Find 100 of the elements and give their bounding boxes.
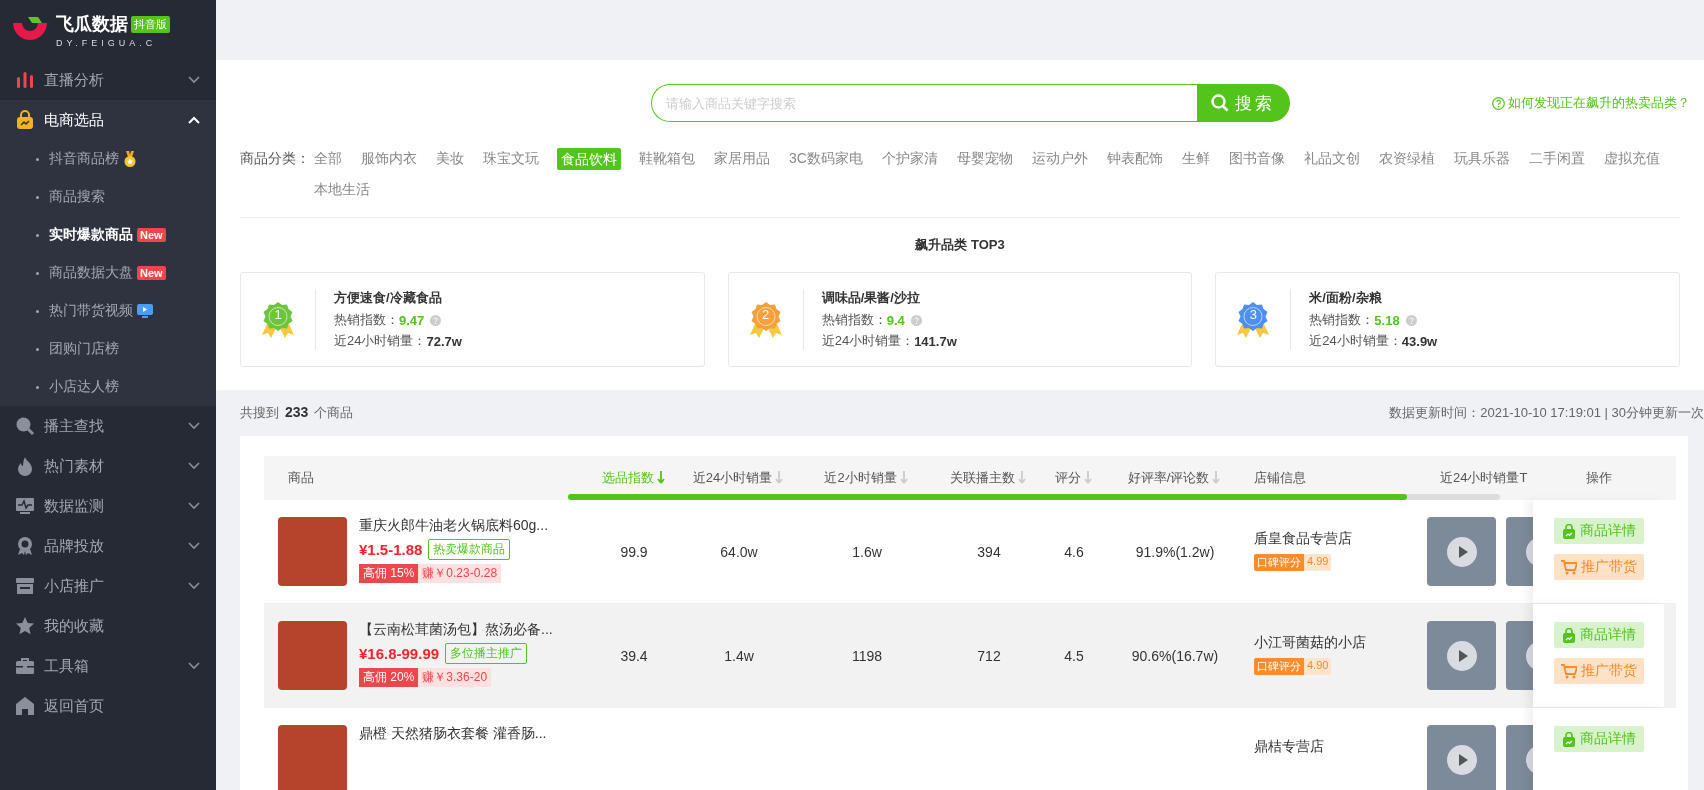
search-icon [15,416,35,436]
nav-item[interactable]: 小店推广 [0,566,216,606]
product-title[interactable]: 【云南松茸菌汤包】熬汤必备... [359,621,553,639]
submenu-item[interactable]: 抖音商品榜 [0,140,216,178]
earning-badge: 赚￥3.36-20 [418,668,492,687]
index-value: 5.18 [1374,312,1400,328]
bullet-icon [36,385,39,389]
rating-badge: 口碑评分 [1254,554,1304,571]
nav-item[interactable]: 热门素材 [0,446,216,486]
tv-icon [137,304,153,318]
nav-item[interactable]: 品牌投放 [0,526,216,566]
category-label: 商品分类： [240,149,311,168]
table-cell: 91.9%(1.2w) [1135,543,1215,560]
monitor-icon [15,496,35,516]
shop-name[interactable]: 鼎桔专营店 [1254,738,1324,756]
sales-value: 43.9w [1401,333,1438,349]
category-tab[interactable]: 3C数码家电 [788,143,864,174]
index-label: 热销指数： [821,311,887,329]
nav-item[interactable]: 电商选品 [0,100,216,140]
chevron-down-icon [188,542,200,550]
sales-label: 近24小时销量： [334,332,427,350]
category-tab[interactable]: 全部 [313,143,343,174]
submenu-item[interactable]: 小店达人榜 [0,368,216,406]
result-label: 共搜到 [240,405,279,420]
rank-number: 2 [761,306,771,322]
column-header[interactable]: 评分 [1054,469,1094,487]
commission-badge: 高佣 20% [359,668,419,687]
category-tab[interactable]: 母婴宠物 [955,143,1014,174]
rank-number: 3 [1248,306,1258,322]
star-icon [15,616,35,636]
bullet-icon [36,309,39,313]
column-header[interactable]: 近2小时销量 [824,469,910,487]
submenu-item[interactable]: 商品搜索 [0,178,216,216]
index-value: 9.47 [399,312,425,328]
nav-item[interactable]: 工具箱 [0,646,216,686]
bullet-icon [36,347,39,351]
bullet-icon [36,195,39,199]
bullet-icon [36,233,39,237]
submenu-item[interactable]: 团购门店榜 [0,330,216,368]
category-tab[interactable]: 个护家清 [880,143,939,174]
help-icon [430,314,442,326]
search-icon [1211,94,1229,112]
video-thumbnail[interactable] [1427,725,1496,790]
category-tab[interactable]: 钟表配饰 [1105,143,1164,174]
chevron-down-icon [188,422,200,430]
column-header[interactable]: 关联播主数 [950,469,1028,487]
submenu-item[interactable]: 热门带货视频 [0,292,216,330]
shop-name[interactable]: 盾皇食品专营店 [1254,530,1352,548]
category-tab[interactable]: 玩具乐器 [1452,143,1511,174]
nav-item[interactable]: 直播分析 [0,60,216,100]
nav-item[interactable]: 我的收藏 [0,606,216,646]
category-tab[interactable]: 农资绿植 [1377,143,1436,174]
category-tab[interactable]: 运动户外 [1030,143,1089,174]
table-cell: 1198 [851,647,883,664]
sales-value: 141.7w [914,333,957,349]
table-cell: 90.6%(16.7w) [1131,647,1219,664]
column-header: 近24小时销量T [1440,469,1528,487]
product-photo-placeholder [278,621,347,690]
sort-arrow-active-icon [656,471,667,485]
video-thumbnail[interactable] [1427,621,1496,690]
sort-arrow-icon [1018,471,1028,485]
product-photo-placeholder [278,725,347,790]
product-photo-placeholder [278,517,347,586]
category-tab[interactable]: 家居用品 [713,143,771,174]
column-header[interactable]: 近24小时销量 [692,469,786,487]
table-cell: 1.6w [852,543,882,560]
bar-chart-icon [15,70,35,90]
table-cell: 39.4 [620,647,648,664]
chevron-down-icon [188,502,200,510]
submenu-item[interactable]: 商品数据大盘 New [0,254,216,292]
index-value: 9.4 [886,312,905,328]
category-tab[interactable]: 本地生活 [313,174,371,205]
new-badge: New [137,266,166,280]
chevron-down-icon [188,76,200,84]
question-icon [1492,96,1505,110]
play-icon [1446,640,1477,671]
product-title[interactable]: 鼎橙 天然猪肠衣套餐 灌香肠... [359,725,547,743]
domain-text: DY.FEIGUA.C [56,38,158,48]
category-name: 米/面粉/杂粮 [1309,289,1383,307]
column-header[interactable]: 好评率/评论数 [1127,469,1223,487]
category-tab[interactable]: 生鲜 [1180,143,1211,174]
table-cell: 1.4w [724,647,754,664]
result-count: 233 [285,404,309,420]
category-tab[interactable]: 鞋靴箱包 [638,143,696,174]
nav-item[interactable]: 播主查找 [0,406,216,446]
shop-name[interactable]: 小江哥菌菇的小店 [1254,634,1366,652]
nav-item[interactable]: 返回首页 [0,686,216,726]
product-title[interactable]: 重庆火郎牛油老火锅底料60g... [359,517,549,535]
category-tab[interactable]: 美妆 [435,143,465,174]
sales-value: 72.7w [426,333,462,349]
category-tab[interactable]: 虚拟充值 [1602,143,1661,174]
category-tab[interactable]: 二手闲置 [1527,143,1586,174]
category-tab[interactable]: 珠宝文玩 [482,143,540,174]
category-tab[interactable]: 礼品文创 [1302,143,1361,174]
category-tab[interactable]: 图书音像 [1227,143,1286,174]
nav-item[interactable]: 数据监测 [0,486,216,526]
video-thumbnail[interactable] [1427,517,1496,586]
submenu-item[interactable]: 实时爆款商品 New [0,216,216,254]
category-tab[interactable]: 服饰内衣 [360,143,418,174]
category-name: 调味品/果酱/沙拉 [821,289,921,307]
